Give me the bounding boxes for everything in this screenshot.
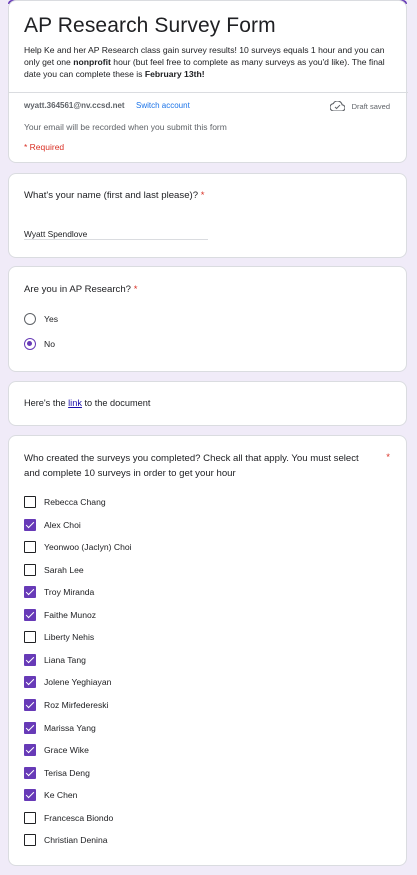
question-research-title: Are you in AP Research? * bbox=[24, 282, 137, 297]
question-name-card: What's your name (first and last please)… bbox=[8, 173, 407, 258]
radio-label: Yes bbox=[44, 314, 59, 324]
checkbox-option-5[interactable]: Faithe Munoz bbox=[24, 608, 97, 621]
link-text: Here's the link to the document bbox=[24, 398, 150, 408]
checkbox-label: Grace Wike bbox=[44, 745, 89, 756]
checkbox-label: Faithe Munoz bbox=[44, 609, 97, 620]
question-surveys-card: Who created the surveys you completed? C… bbox=[8, 435, 407, 866]
account-email: wyatt.364561@nv.ccsd.net bbox=[24, 101, 125, 110]
checkbox-option-14[interactable]: Francesca Biondo bbox=[24, 811, 114, 824]
checkbox-option-1[interactable]: Alex Choi bbox=[24, 518, 81, 531]
radio-label: No bbox=[44, 339, 55, 349]
checkbox[interactable] bbox=[24, 586, 36, 599]
checkbox[interactable] bbox=[24, 789, 36, 802]
checkbox[interactable] bbox=[24, 631, 36, 644]
checkbox-label: Liana Tang bbox=[44, 654, 86, 665]
checkbox-option-12[interactable]: Terisa Deng bbox=[24, 766, 90, 779]
checkbox[interactable] bbox=[24, 811, 36, 824]
checkbox-label: Francesca Biondo bbox=[44, 812, 114, 823]
checkbox[interactable] bbox=[24, 541, 36, 554]
checkbox[interactable] bbox=[24, 608, 36, 621]
checkbox-label: Terisa Deng bbox=[44, 767, 90, 778]
required-note: * Required bbox=[24, 142, 65, 152]
question-research-card: Are you in AP Research? * Yes No bbox=[8, 266, 407, 372]
question-name-text: What's your name (first and last please)… bbox=[24, 190, 199, 201]
question-research-text: Are you in AP Research? bbox=[24, 284, 132, 295]
checkbox[interactable] bbox=[24, 518, 36, 531]
checkbox-label: Sarah Lee bbox=[44, 564, 84, 575]
radio-option-1[interactable]: No bbox=[24, 338, 55, 350]
checkbox-label: Liberty Nehis bbox=[44, 632, 95, 643]
checkbox-label: Rebecca Chang bbox=[44, 497, 106, 507]
checkbox[interactable] bbox=[24, 496, 36, 508]
checkbox[interactable] bbox=[24, 834, 36, 847]
checkbox-label: Alex Choi bbox=[44, 519, 81, 530]
checkbox-option-8[interactable]: Jolene Yeghiayan bbox=[24, 676, 112, 689]
email-notice: Your email will be recorded when you sub… bbox=[24, 122, 227, 132]
radio-option-0[interactable]: Yes bbox=[24, 313, 58, 325]
required-star: * bbox=[200, 190, 205, 201]
form-header-card: AP Research Survey Form Help Ke and her … bbox=[8, 0, 408, 163]
radio-button[interactable] bbox=[24, 313, 36, 325]
checkbox[interactable] bbox=[24, 766, 36, 779]
form-description: Help Ke and her AP Research class gain s… bbox=[24, 44, 396, 81]
question-surveys-title: Who created the surveys you completed? C… bbox=[24, 453, 359, 479]
checkbox-label: Marissa Yang bbox=[44, 722, 96, 733]
checkbox-label: Troy Miranda bbox=[44, 587, 95, 598]
checkbox[interactable] bbox=[24, 676, 36, 689]
checkbox-label: Christian Denina bbox=[44, 835, 108, 846]
link-card: Here's the link to the document bbox=[8, 381, 407, 426]
checkbox-option-9[interactable]: Roz Mirfedereski bbox=[24, 698, 109, 711]
checkbox-option-15[interactable]: Christian Denina bbox=[24, 834, 108, 847]
checkbox-option-2[interactable]: Yeonwoo (Jaclyn) Choi bbox=[24, 541, 132, 554]
checkbox-label: Roz Mirfedereski bbox=[44, 699, 109, 710]
checkbox-option-7[interactable]: Liana Tang bbox=[24, 653, 86, 666]
required-star: * bbox=[133, 284, 138, 295]
checkbox-option-0[interactable]: Rebecca Chang bbox=[24, 496, 106, 508]
link-prefix: Here's the bbox=[24, 398, 69, 408]
cloud-saved-icon bbox=[329, 101, 345, 111]
name-input[interactable] bbox=[24, 222, 208, 240]
checkbox-label: Ke Chen bbox=[44, 790, 78, 801]
checkbox-label: Yeonwoo (Jaclyn) Choi bbox=[44, 542, 132, 553]
desc-bold-2: February 13th! bbox=[144, 69, 205, 80]
document-link[interactable]: link bbox=[68, 398, 82, 408]
checkbox[interactable] bbox=[24, 563, 36, 576]
desc-bold-1: nonprofit bbox=[73, 57, 111, 68]
link-suffix: to the document bbox=[81, 398, 151, 408]
checkbox-option-13[interactable]: Ke Chen bbox=[24, 789, 78, 802]
radio-button[interactable] bbox=[24, 338, 36, 350]
checkbox[interactable] bbox=[24, 744, 36, 757]
checkbox-option-4[interactable]: Troy Miranda bbox=[24, 586, 95, 599]
checkbox-option-10[interactable]: Marissa Yang bbox=[24, 721, 96, 734]
checkbox-label: Jolene Yeghiayan bbox=[44, 677, 112, 688]
checkbox-option-11[interactable]: Grace Wike bbox=[24, 744, 89, 757]
divider bbox=[9, 92, 408, 93]
question-name-title: What's your name (first and last please)… bbox=[24, 188, 204, 203]
checkbox-option-6[interactable]: Liberty Nehis bbox=[24, 631, 95, 644]
switch-account-link[interactable]: Switch account bbox=[136, 101, 190, 110]
form-title: AP Research Survey Form bbox=[24, 14, 276, 37]
checkbox[interactable] bbox=[24, 698, 36, 711]
draft-status-label: Draft saved bbox=[351, 101, 390, 111]
checkbox-option-3[interactable]: Sarah Lee bbox=[24, 563, 84, 576]
checkbox[interactable] bbox=[24, 653, 36, 666]
draft-status: Draft saved bbox=[329, 101, 390, 111]
checkbox[interactable] bbox=[24, 721, 36, 734]
required-star: * bbox=[386, 452, 390, 463]
